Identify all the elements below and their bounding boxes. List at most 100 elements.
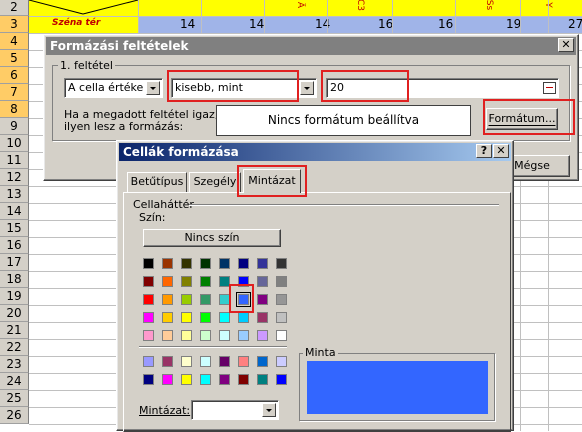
row-header[interactable]: 4 — [0, 33, 29, 50]
row-header[interactable]: 22 — [0, 339, 29, 356]
row3-value-6: 19 — [506, 17, 522, 31]
color-swatch[interactable] — [181, 356, 192, 367]
row-header[interactable]: 18 — [0, 271, 29, 288]
row-header[interactable]: 21 — [0, 322, 29, 339]
color-swatch[interactable] — [257, 356, 268, 367]
color-swatch[interactable] — [200, 356, 211, 367]
color-swatch[interactable] — [238, 330, 249, 341]
row-header[interactable]: 8 — [0, 101, 29, 118]
row-header[interactable]: 15 — [0, 220, 29, 237]
row3-value-1: 14 — [180, 17, 196, 31]
cond-dialog-titlebar[interactable]: Formázási feltételek — [46, 37, 576, 55]
row-header[interactable]: 17 — [0, 254, 29, 271]
color-swatch[interactable] — [162, 356, 173, 367]
color-swatch[interactable] — [219, 258, 230, 269]
color-swatch[interactable] — [181, 374, 192, 385]
highlight-value — [321, 70, 409, 102]
row-header[interactable]: 7 — [0, 84, 29, 101]
color-swatch[interactable] — [276, 312, 287, 323]
color-swatch[interactable] — [257, 294, 268, 305]
row-header[interactable]: 11 — [0, 152, 29, 169]
condition-label: 1. feltétel — [58, 59, 115, 72]
row-header[interactable]: 9 — [0, 118, 29, 135]
color-swatch[interactable] — [181, 258, 192, 269]
color-swatch[interactable] — [276, 258, 287, 269]
color-swatch[interactable] — [181, 276, 192, 287]
color-swatch[interactable] — [200, 312, 211, 323]
color-swatch[interactable] — [143, 312, 154, 323]
color-swatch[interactable] — [143, 294, 154, 305]
tab-pattern[interactable]: Mintázat — [243, 169, 301, 193]
close-icon[interactable]: ✕ — [493, 144, 509, 158]
row-header[interactable]: 24 — [0, 373, 29, 390]
color-swatch[interactable] — [257, 312, 268, 323]
row-header[interactable]: 19 — [0, 288, 29, 305]
color-swatch[interactable] — [143, 330, 154, 341]
color-swatch[interactable] — [238, 312, 249, 323]
row-header[interactable]: 13 — [0, 186, 29, 203]
color-swatch[interactable] — [143, 374, 154, 385]
color-swatch[interactable] — [200, 294, 211, 305]
color-swatch[interactable] — [200, 276, 211, 287]
color-swatch[interactable] — [257, 258, 268, 269]
color-swatch[interactable] — [162, 276, 173, 287]
row-header[interactable]: 10 — [0, 135, 29, 152]
row-header[interactable]: 23 — [0, 356, 29, 373]
row-header[interactable]: 25 — [0, 390, 29, 407]
sample-preview — [307, 361, 488, 414]
color-swatch[interactable] — [162, 294, 173, 305]
row-header[interactable]: 3 — [0, 16, 29, 33]
color-swatch[interactable] — [219, 374, 230, 385]
color-swatch[interactable] — [219, 356, 230, 367]
row-header[interactable]: 6 — [0, 67, 29, 84]
highlight-operator — [167, 70, 299, 102]
color-swatch[interactable] — [181, 312, 192, 323]
color-swatch[interactable] — [257, 374, 268, 385]
color-swatch[interactable] — [200, 374, 211, 385]
color-swatch[interactable] — [143, 258, 154, 269]
rotated-header-3: Ss — [484, 0, 495, 11]
range-picker-icon[interactable] — [543, 82, 556, 94]
chevron-down-icon[interactable] — [262, 403, 276, 417]
color-swatch[interactable] — [162, 312, 173, 323]
color-swatch[interactable] — [219, 312, 230, 323]
format-dialog-titlebar[interactable]: Cellák formázása — [119, 143, 511, 161]
color-swatch[interactable] — [219, 330, 230, 341]
color-swatch[interactable] — [181, 330, 192, 341]
color-swatch[interactable] — [276, 330, 287, 341]
row-header[interactable]: 16 — [0, 237, 29, 254]
color-swatch[interactable] — [276, 356, 287, 367]
color-swatch[interactable] — [162, 330, 173, 341]
row-header[interactable]: 5 — [0, 50, 29, 67]
help-icon[interactable]: ? — [476, 144, 492, 158]
close-icon[interactable]: ✕ — [558, 38, 574, 52]
color-swatch[interactable] — [143, 356, 154, 367]
color-swatch[interactable] — [162, 374, 173, 385]
chevron-down-icon[interactable] — [146, 81, 160, 95]
row-header[interactable]: 14 — [0, 203, 29, 220]
color-swatch[interactable] — [238, 374, 249, 385]
pattern-select[interactable] — [191, 400, 279, 420]
color-swatch[interactable] — [276, 374, 287, 385]
color-swatch[interactable] — [181, 294, 192, 305]
row-header[interactable]: 26 — [0, 407, 29, 424]
row-header[interactable]: 2 — [0, 0, 29, 16]
color-swatch[interactable] — [162, 258, 173, 269]
no-color-button[interactable]: Nincs szín — [143, 229, 281, 247]
color-swatch[interactable] — [238, 258, 249, 269]
color-swatch[interactable] — [276, 276, 287, 287]
chevron-down-icon[interactable] — [300, 81, 314, 95]
color-swatch[interactable] — [200, 258, 211, 269]
tab-font[interactable]: Betűtípus — [127, 172, 187, 192]
row-header[interactable]: 12 — [0, 169, 29, 186]
condition-type-select[interactable]: A cella értéke — [64, 78, 163, 98]
color-swatch[interactable] — [276, 294, 287, 305]
color-swatch[interactable] — [143, 276, 154, 287]
color-swatch[interactable] — [257, 330, 268, 341]
pattern-label: Mintázat: — [139, 404, 191, 417]
tab-border[interactable]: Szegély — [189, 172, 241, 192]
color-swatch[interactable] — [257, 276, 268, 287]
color-swatch[interactable] — [238, 356, 249, 367]
row-header[interactable]: 20 — [0, 305, 29, 322]
color-swatch[interactable] — [200, 330, 211, 341]
